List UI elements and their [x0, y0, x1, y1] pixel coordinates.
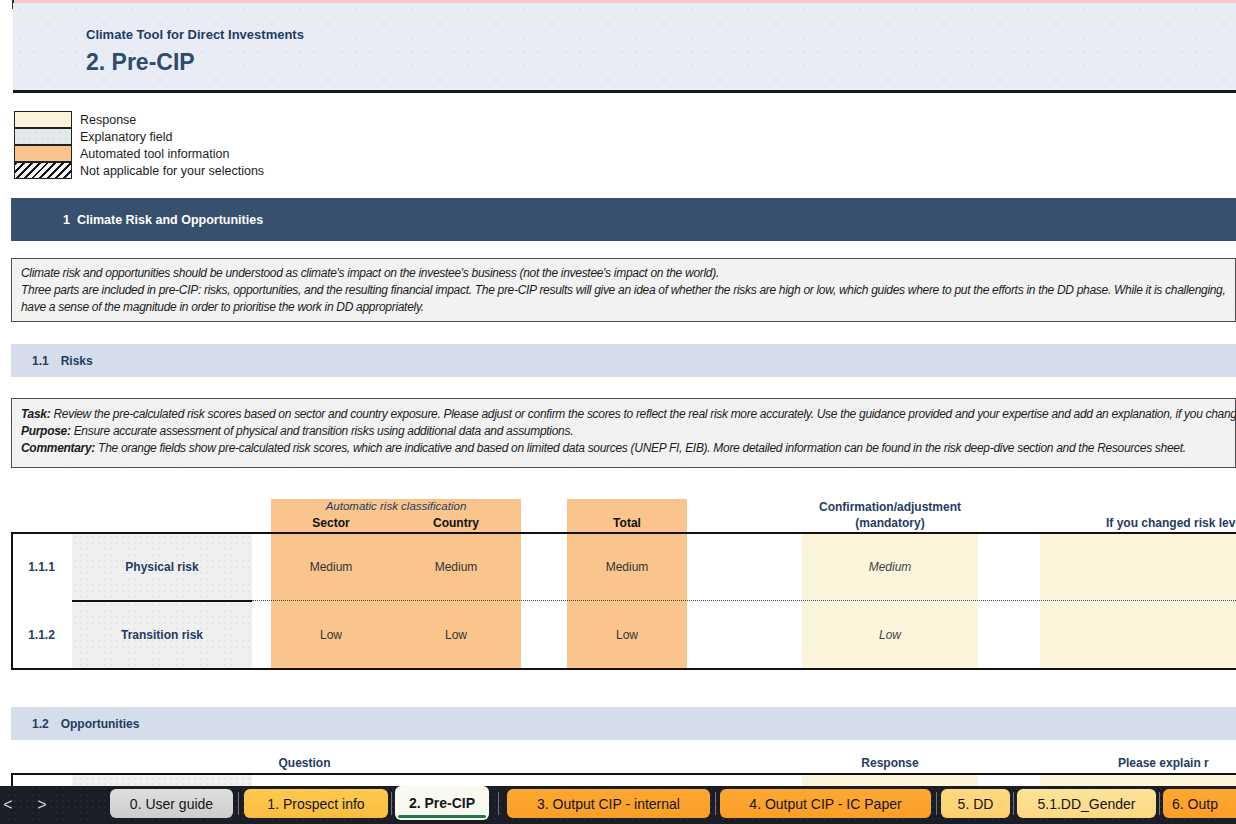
spreadsheet-view: Climate Tool for Direct Investments 2. P…	[0, 0, 1236, 824]
opportunities-table-border-left	[11, 773, 13, 786]
col-header-please-explain: Please explain r	[1118, 756, 1209, 771]
legend-item-explanatory: Explanatory field	[14, 128, 264, 145]
auto-classification-header: Automatic risk classification	[271, 500, 521, 512]
physical-sector-score: Medium	[271, 534, 391, 600]
col-header-mandatory: (mandatory)	[802, 516, 978, 531]
row-label-physical-risk: Physical risk	[72, 534, 252, 600]
col-header-total: Total	[567, 516, 687, 531]
table-border-bottom	[11, 668, 1236, 670]
legend-item-automated: Automated tool information	[14, 145, 264, 162]
sheet-tab-output-cip-internal[interactable]: 3. Output CIP - internal	[507, 789, 710, 818]
transition-confirmation-value[interactable]: Low	[802, 602, 978, 668]
sheet-tab-output-6[interactable]: 6. Outp	[1163, 789, 1236, 818]
row-divider-dotted	[252, 600, 1236, 601]
sheet-tab-output-cip-ic-paper[interactable]: 4. Output CIP - IC Paper	[720, 789, 931, 818]
tab-separator	[238, 792, 239, 815]
transition-explain-cell[interactable]	[1040, 602, 1236, 668]
legend: Response Explanatory field Automated too…	[14, 111, 264, 179]
tab-separator	[498, 792, 499, 815]
sheet-tab-dd[interactable]: 5. DD	[941, 789, 1010, 818]
active-tab-underline	[398, 815, 486, 818]
response-swatch	[14, 111, 72, 128]
physical-explain-cell[interactable]	[1040, 534, 1236, 600]
tab-separator	[1159, 792, 1160, 815]
next-sheet-arrow[interactable]: >	[34, 786, 50, 824]
task-description-box: Task: Review the pre-calculated risk sco…	[11, 398, 1236, 468]
section-header-1-2: 1.2 Opportunities	[11, 707, 1236, 740]
legend-item-response: Response	[14, 111, 264, 128]
physical-country-score: Medium	[391, 534, 521, 600]
col-header-sector: Sector	[271, 516, 391, 531]
tab-separator	[1013, 792, 1014, 815]
col-header-confirmation: Confirmation/adjustment	[802, 500, 978, 515]
tab-separator	[391, 792, 392, 815]
physical-confirmation-value[interactable]: Medium	[802, 534, 978, 600]
sheet-tab-dd-gender[interactable]: 5.1.DD_Gender	[1017, 789, 1156, 818]
row-id: 1.1.1	[11, 534, 72, 600]
workbook-header-panel: Climate Tool for Direct Investments 2. P…	[13, 3, 1236, 93]
physical-total-score: Medium	[567, 534, 687, 600]
col-header-question: Question	[80, 756, 529, 771]
tab-separator	[715, 792, 716, 815]
sheet-tab-user-guide[interactable]: 0. User guide	[110, 789, 233, 818]
prev-sheet-arrow[interactable]: <	[0, 786, 16, 824]
explanatory-swatch	[14, 128, 72, 145]
row-id: 1.1.2	[11, 602, 72, 668]
sheet-tab-pre-cip-active[interactable]: 2. Pre-CIP	[395, 786, 489, 820]
col-header-explain: If you changed risk level	[1106, 516, 1236, 531]
automated-swatch	[14, 145, 72, 162]
tab-separator	[936, 792, 937, 815]
col-header-response: Response	[802, 756, 978, 771]
legend-item-not-applicable: Not applicable for your selections	[14, 162, 264, 179]
section-header-1-1: 1.1 Risks	[11, 344, 1236, 377]
section-header-1: 1 Climate Risk and Opportunities	[11, 198, 1236, 241]
transition-country-score: Low	[391, 602, 521, 668]
sheet-tab-prospect-info[interactable]: 1. Prospect info	[244, 789, 388, 818]
row-label-transition-risk: Transition risk	[72, 602, 252, 668]
sheet-tab-bar: < > 0. User guide 1. Prospect info 2. Pr…	[0, 786, 1236, 824]
section-intro-text: Climate risk and opportunities should be…	[11, 258, 1236, 322]
workbook-subtitle: Climate Tool for Direct Investments	[86, 27, 304, 42]
transition-total-score: Low	[567, 602, 687, 668]
col-header-country: Country	[391, 516, 521, 531]
transition-sector-score: Low	[271, 602, 391, 668]
page-title: 2. Pre-CIP	[86, 49, 195, 76]
not-applicable-swatch	[14, 162, 72, 179]
